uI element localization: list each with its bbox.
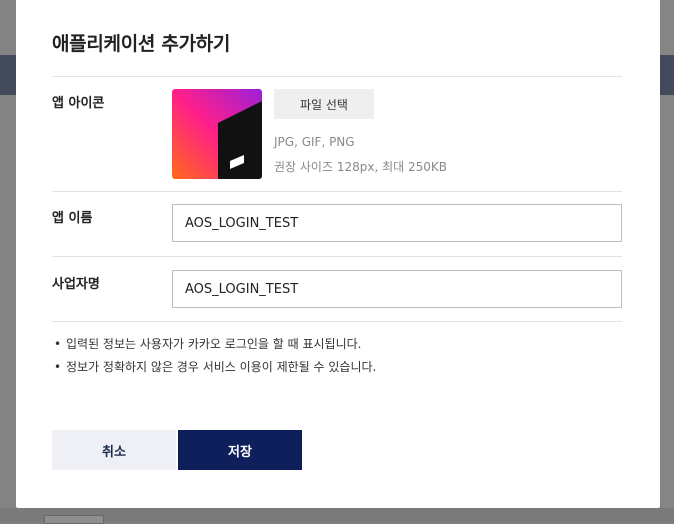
- notice-list: • 입력된 정보는 사용자가 카카오 로그인을 할 때 표시됩니다. • 정보가…: [52, 335, 376, 381]
- business-row-divider: [52, 321, 622, 322]
- notice-text: 입력된 정보는 사용자가 카카오 로그인을 할 때 표시됩니다.: [66, 337, 362, 351]
- cancel-button[interactable]: 취소: [52, 430, 176, 470]
- notice-item: • 입력된 정보는 사용자가 카카오 로그인을 할 때 표시됩니다.: [52, 335, 376, 358]
- save-button[interactable]: 저장: [178, 430, 302, 470]
- icon-row-divider: [52, 191, 622, 192]
- notice-item: • 정보가 정확하지 않은 경우 서비스 이용이 제한될 수 있습니다.: [52, 358, 376, 381]
- modal-title: 애플리케이션 추가하기: [52, 33, 231, 55]
- business-name-input[interactable]: [172, 270, 622, 308]
- choose-file-button[interactable]: 파일 선택: [274, 89, 374, 119]
- add-application-modal: 애플리케이션 추가하기 앱 아이콘 파일 선택 JPG, GIF, PNG 권장…: [16, 0, 660, 508]
- icon-size-hint: 권장 사이즈 128px, 최대 250KB: [274, 160, 447, 174]
- app-logo-gradient-icon: [172, 89, 262, 179]
- notice-text: 정보가 정확하지 않은 경우 서비스 이용이 제한될 수 있습니다.: [66, 360, 377, 374]
- icon-format-hint: JPG, GIF, PNG: [274, 135, 355, 149]
- app-icon-label: 앱 아이콘: [52, 96, 105, 111]
- bullet-icon: •: [54, 360, 62, 374]
- title-divider: [52, 76, 622, 77]
- business-name-label: 사업자명: [52, 277, 100, 292]
- app-name-label: 앱 이름: [52, 211, 93, 226]
- background-footer-box: [44, 515, 104, 524]
- app-name-input[interactable]: [172, 204, 622, 242]
- app-name-row-divider: [52, 256, 622, 257]
- bullet-icon: •: [54, 337, 62, 351]
